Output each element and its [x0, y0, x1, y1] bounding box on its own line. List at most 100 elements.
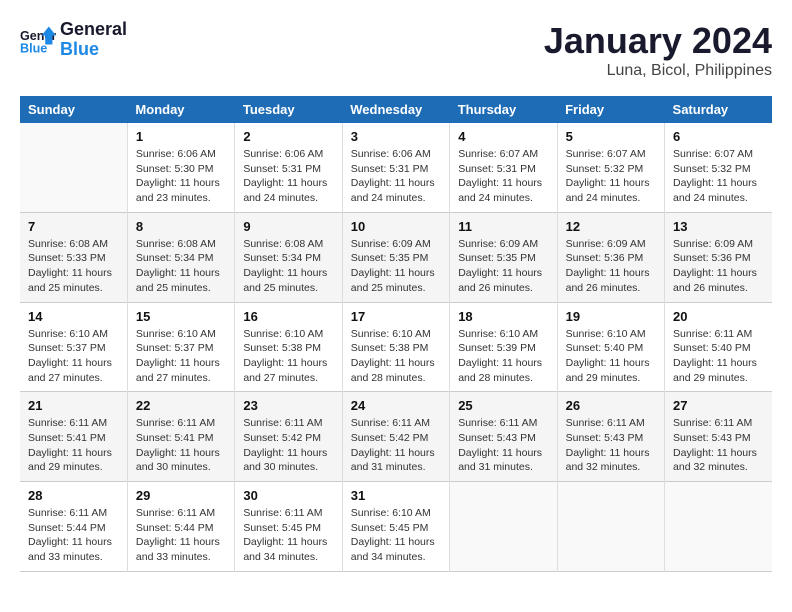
table-row: 18 Sunrise: 6:10 AMSunset: 5:39 PMDayligh…	[450, 302, 557, 392]
table-row: 6 Sunrise: 6:07 AMSunset: 5:32 PMDaylight…	[665, 123, 772, 212]
day-number: 21	[28, 398, 119, 413]
table-row: 27Sunrise: 6:11 AMSunset: 5:43 PMDayligh…	[665, 392, 772, 482]
day-info: Sunrise: 6:10 AMSunset: 5:37 PMDaylight:…	[136, 327, 226, 386]
day-number: 6	[673, 129, 764, 144]
table-row: 8 Sunrise: 6:08 AMSunset: 5:34 PMDaylight…	[127, 212, 234, 302]
table-row: 25Sunrise: 6:11 AMSunset: 5:43 PMDayligh…	[450, 392, 557, 482]
day-info: Sunrise: 6:08 AMSunset: 5:34 PMDaylight:…	[243, 237, 333, 296]
table-row: 16 Sunrise: 6:10 AMSunset: 5:38 PMDayligh…	[235, 302, 342, 392]
day-number: 1	[136, 129, 226, 144]
table-row	[665, 482, 772, 572]
table-row: 31 Sunrise: 6:10 AMSunset: 5:45 PMDayligh…	[342, 482, 449, 572]
table-row: 20 Sunrise: 6:11 AMSunset: 5:40 PMDayligh…	[665, 302, 772, 392]
table-row: 12Sunrise: 6:09 AMSunset: 5:36 PMDayligh…	[557, 212, 664, 302]
svg-text:Blue: Blue	[20, 41, 47, 55]
table-row: 9Sunrise: 6:08 AMSunset: 5:34 PMDaylight…	[235, 212, 342, 302]
table-row: 26 Sunrise: 6:11 AMSunset: 5:43 PMDayligh…	[557, 392, 664, 482]
table-row: 21 Sunrise: 6:11 AMSunset: 5:41 PMDayligh…	[20, 392, 127, 482]
day-info: Sunrise: 6:11 AMSunset: 5:41 PMDaylight:…	[136, 416, 226, 475]
logo-icon: General Blue	[20, 22, 56, 58]
day-number: 17	[351, 309, 441, 324]
day-info: Sunrise: 6:11 AMSunset: 5:43 PMDaylight:…	[566, 416, 656, 475]
day-number: 7	[28, 219, 119, 234]
day-number: 10	[351, 219, 441, 234]
table-row	[450, 482, 557, 572]
day-number: 30	[243, 488, 333, 503]
day-number: 14	[28, 309, 119, 324]
table-row: 13Sunrise: 6:09 AMSunset: 5:36 PMDayligh…	[665, 212, 772, 302]
day-info: Sunrise: 6:11 AMSunset: 5:45 PMDaylight:…	[243, 506, 333, 565]
header-sunday: Sunday	[20, 96, 127, 123]
day-number: 4	[458, 129, 548, 144]
table-row: 7Sunrise: 6:08 AMSunset: 5:33 PMDaylight…	[20, 212, 127, 302]
day-info: Sunrise: 6:06 AMSunset: 5:31 PMDaylight:…	[243, 147, 333, 206]
table-row: 23 Sunrise: 6:11 AMSunset: 5:42 PMDayligh…	[235, 392, 342, 482]
header-wednesday: Wednesday	[342, 96, 449, 123]
calendar-table: Sunday Monday Tuesday Wednesday Thursday…	[20, 96, 772, 572]
table-row: 22 Sunrise: 6:11 AMSunset: 5:41 PMDayligh…	[127, 392, 234, 482]
table-row: 3Sunrise: 6:06 AMSunset: 5:31 PMDaylight…	[342, 123, 449, 212]
day-info: Sunrise: 6:10 AMSunset: 5:38 PMDaylight:…	[243, 327, 333, 386]
table-row: 1 Sunrise: 6:06 AMSunset: 5:30 PMDaylight…	[127, 123, 234, 212]
day-info: Sunrise: 6:10 AMSunset: 5:45 PMDaylight:…	[351, 506, 441, 565]
day-info: Sunrise: 6:10 AMSunset: 5:37 PMDaylight:…	[28, 327, 119, 386]
day-number: 5	[566, 129, 656, 144]
day-number: 23	[243, 398, 333, 413]
calendar-week-row: 7Sunrise: 6:08 AMSunset: 5:33 PMDaylight…	[20, 212, 772, 302]
title-block: January 2024 Luna, Bicol, Philippines	[544, 20, 772, 80]
day-number: 8	[136, 219, 226, 234]
day-info: Sunrise: 6:11 AMSunset: 5:40 PMDaylight:…	[673, 327, 764, 386]
day-number: 16	[243, 309, 333, 324]
day-number: 22	[136, 398, 226, 413]
table-row: 30 Sunrise: 6:11 AMSunset: 5:45 PMDayligh…	[235, 482, 342, 572]
table-row: 24 Sunrise: 6:11 AMSunset: 5:42 PMDayligh…	[342, 392, 449, 482]
day-number: 19	[566, 309, 656, 324]
day-info: Sunrise: 6:10 AMSunset: 5:39 PMDaylight:…	[458, 327, 548, 386]
calendar-week-row: 28 Sunrise: 6:11 AMSunset: 5:44 PMDayligh…	[20, 482, 772, 572]
day-info: Sunrise: 6:10 AMSunset: 5:40 PMDaylight:…	[566, 327, 656, 386]
day-number: 13	[673, 219, 764, 234]
table-row: 11Sunrise: 6:09 AMSunset: 5:35 PMDayligh…	[450, 212, 557, 302]
day-number: 25	[458, 398, 548, 413]
calendar-week-row: 1 Sunrise: 6:06 AMSunset: 5:30 PMDaylight…	[20, 123, 772, 212]
day-info: Sunrise: 6:11 AMSunset: 5:44 PMDaylight:…	[136, 506, 226, 565]
calendar-week-row: 21 Sunrise: 6:11 AMSunset: 5:41 PMDayligh…	[20, 392, 772, 482]
day-info: Sunrise: 6:07 AMSunset: 5:32 PMDaylight:…	[673, 147, 764, 206]
table-row: 2Sunrise: 6:06 AMSunset: 5:31 PMDaylight…	[235, 123, 342, 212]
table-row	[20, 123, 127, 212]
day-number: 31	[351, 488, 441, 503]
day-number: 3	[351, 129, 441, 144]
day-number: 20	[673, 309, 764, 324]
table-row: 17 Sunrise: 6:10 AMSunset: 5:38 PMDayligh…	[342, 302, 449, 392]
day-info: Sunrise: 6:07 AMSunset: 5:32 PMDaylight:…	[566, 147, 656, 206]
day-number: 29	[136, 488, 226, 503]
logo-blue-text: Blue	[60, 40, 127, 60]
table-row	[557, 482, 664, 572]
day-info: Sunrise: 6:09 AMSunset: 5:36 PMDaylight:…	[566, 237, 656, 296]
table-row: 14 Sunrise: 6:10 AMSunset: 5:37 PMDayligh…	[20, 302, 127, 392]
day-info: Sunrise: 6:11 AMSunset: 5:42 PMDaylight:…	[351, 416, 441, 475]
day-info: Sunrise: 6:09 AMSunset: 5:35 PMDaylight:…	[351, 237, 441, 296]
day-info: Sunrise: 6:10 AMSunset: 5:38 PMDaylight:…	[351, 327, 441, 386]
day-info: Sunrise: 6:11 AMSunset: 5:42 PMDaylight:…	[243, 416, 333, 475]
table-row: 10 Sunrise: 6:09 AMSunset: 5:35 PMDayligh…	[342, 212, 449, 302]
header-friday: Friday	[557, 96, 664, 123]
table-row: 19 Sunrise: 6:10 AMSunset: 5:40 PMDayligh…	[557, 302, 664, 392]
day-info: Sunrise: 6:08 AMSunset: 5:34 PMDaylight:…	[136, 237, 226, 296]
logo-general-text: General	[60, 20, 127, 40]
table-row: 28Sunrise: 6:11 AMSunset: 5:44 PMDayligh…	[20, 482, 127, 572]
day-info: Sunrise: 6:11 AMSunset: 5:41 PMDaylight:…	[28, 416, 119, 475]
day-info: Sunrise: 6:06 AMSunset: 5:30 PMDaylight:…	[136, 147, 226, 206]
header-monday: Monday	[127, 96, 234, 123]
page-header: General Blue General Blue January 2024 L…	[20, 20, 772, 80]
header-tuesday: Tuesday	[235, 96, 342, 123]
day-number: 28	[28, 488, 119, 503]
calendar-title: January 2024	[544, 20, 772, 62]
table-row: 15Sunrise: 6:10 AMSunset: 5:37 PMDayligh…	[127, 302, 234, 392]
day-number: 18	[458, 309, 548, 324]
day-number: 26	[566, 398, 656, 413]
table-row: 4Sunrise: 6:07 AMSunset: 5:31 PMDaylight…	[450, 123, 557, 212]
day-number: 24	[351, 398, 441, 413]
table-row: 5 Sunrise: 6:07 AMSunset: 5:32 PMDaylight…	[557, 123, 664, 212]
day-info: Sunrise: 6:09 AMSunset: 5:35 PMDaylight:…	[458, 237, 548, 296]
